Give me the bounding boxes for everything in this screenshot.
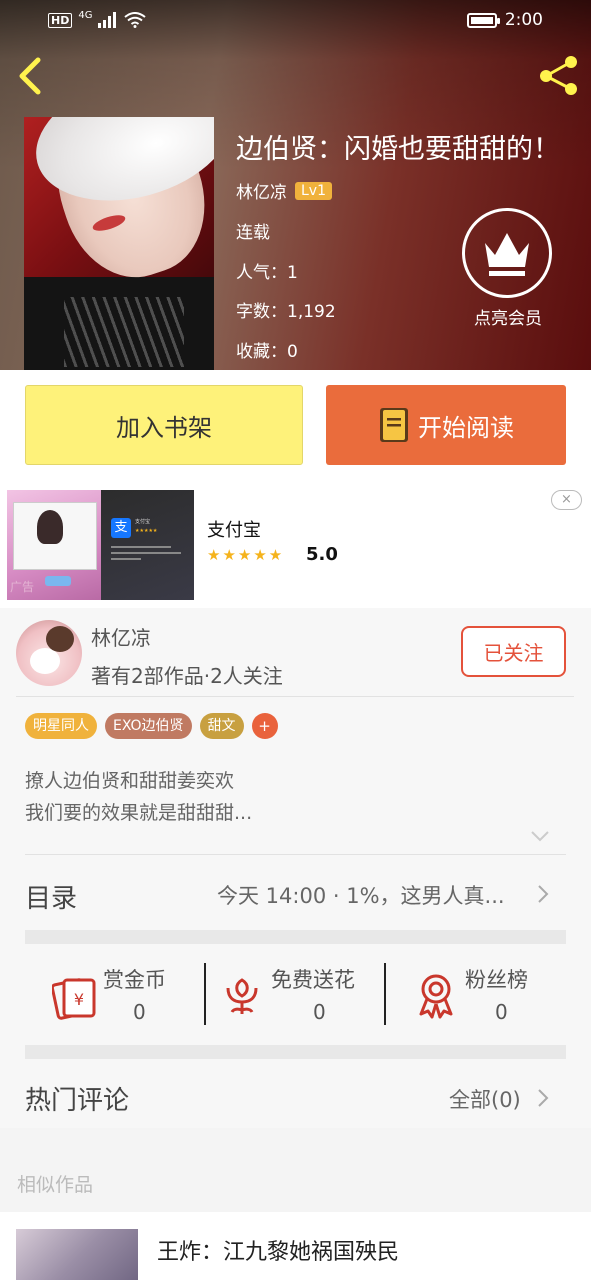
ad-close-button[interactable]: ×	[551, 490, 582, 510]
toc-latest-chapter: 今天 14:00 · 1%，这男人真...	[217, 884, 505, 908]
follow-button[interactable]: 已关注	[461, 626, 566, 677]
details-section: 林亿凉 著有2部作品·2人关注 已关注 明星同人 EXO边伯贤 甜文 + 撩人边…	[0, 608, 591, 1128]
ad-image-2: 支 支付宝 ★★★★★	[101, 490, 194, 600]
fan-ranking-label: 粉丝榜	[465, 968, 528, 992]
author-stats: 著有2部作品·2人关注	[91, 664, 283, 688]
action-bar: 加入书架 开始阅读	[0, 370, 591, 482]
fan-ranking-value: 0	[495, 1000, 508, 1024]
coin-envelope-icon: ¥	[52, 978, 96, 1020]
book-author[interactable]: 林亿凉	[236, 178, 287, 203]
tag-item[interactable]: 明星同人	[25, 713, 97, 739]
divider	[25, 854, 566, 855]
tag-list: 明星同人 EXO边伯贤 甜文 +	[25, 713, 278, 739]
share-icon[interactable]	[536, 52, 582, 98]
expand-chevron-down-icon[interactable]	[530, 830, 550, 842]
similar-works-title: 相似作品	[17, 1174, 94, 1196]
book-author-row: 林亿凉 Lv1	[236, 178, 332, 203]
author-level-badge: Lv1	[295, 181, 332, 200]
signal-icon	[98, 12, 117, 28]
list-item[interactable]: 王炸：江九黎她祸国殃民	[0, 1212, 591, 1280]
chevron-right-icon	[538, 885, 549, 903]
divider	[204, 963, 206, 1025]
ad-app-name: 支付宝	[207, 520, 261, 541]
crown-icon	[462, 208, 552, 298]
toc-label: 目录	[25, 884, 78, 914]
wifi-icon	[124, 12, 147, 28]
book-status: 连载	[236, 223, 270, 243]
similar-book-cover	[16, 1229, 138, 1280]
book-title: 边伯贤：闪婚也要甜甜的！	[236, 134, 560, 165]
vip-button[interactable]: 点亮会员	[462, 208, 554, 329]
tag-item[interactable]: 甜文	[199, 713, 244, 739]
hot-comments-title: 热门评论	[25, 1086, 130, 1116]
medal-icon	[419, 974, 453, 1019]
network-type: 4G	[78, 9, 93, 21]
all-comments-label: 全部(0)	[449, 1088, 521, 1112]
author-avatar[interactable]	[16, 620, 82, 686]
hd-indicator: HD	[48, 12, 73, 28]
intro-line-2: 我们要的效果就是甜甜甜...	[25, 802, 253, 824]
book-icon	[380, 408, 408, 442]
svg-text:¥: ¥	[74, 990, 84, 1009]
free-flower-label: 免费送花	[271, 968, 355, 992]
flower-icon	[226, 978, 258, 1014]
reward-coins-label: 赏金币	[103, 968, 166, 992]
free-flower-value: 0	[313, 1000, 326, 1024]
alipay-logo-icon: 支	[111, 518, 131, 538]
ad-tag: 广告	[10, 580, 35, 594]
add-to-shelf-label: 加入书架	[116, 413, 212, 442]
start-reading-button[interactable]: 开始阅读	[326, 385, 566, 465]
book-cover[interactable]	[24, 117, 214, 370]
similar-book-title: 王炸：江九黎她祸国殃民	[157, 1240, 400, 1265]
tag-item[interactable]: EXO边伯贤	[105, 713, 192, 739]
status-bar: HD 4G 2:00	[0, 0, 591, 44]
intro-line-1: 撩人边伯贤和甜甜姜奕欢	[25, 770, 235, 792]
ad-rating-stars: ★★★★★	[207, 546, 285, 564]
start-reading-label: 开始阅读	[418, 413, 514, 442]
section-separator	[25, 1045, 566, 1059]
section-separator	[25, 930, 566, 944]
reward-coins-value: 0	[133, 1000, 146, 1024]
author-name[interactable]: 林亿凉	[91, 622, 151, 651]
vip-label: 点亮会员	[474, 309, 542, 329]
ad-rating-value: 5.0	[306, 544, 338, 565]
book-word-count: 字数：1,192	[236, 302, 336, 322]
add-tag-button[interactable]: +	[251, 713, 278, 739]
divider	[16, 696, 574, 697]
divider	[384, 963, 386, 1025]
ad-thumb-stars: ★★★★★	[135, 528, 158, 534]
ad-banner[interactable]: 广告 支 支付宝 ★★★★★ 支付宝 ★★★★★ 5.0 ×	[0, 482, 591, 608]
book-favorites: 收藏：0	[236, 342, 298, 362]
back-arrow-icon[interactable]	[14, 56, 48, 96]
clock: 2:00	[504, 10, 543, 30]
ad-thumb-title: 支付宝	[135, 519, 151, 525]
add-to-shelf-button[interactable]: 加入书架	[25, 385, 303, 465]
follow-label: 已关注	[483, 641, 544, 665]
battery-icon	[466, 12, 500, 28]
chevron-right-icon	[538, 1089, 549, 1107]
book-header: HD 4G 2:00 边伯贤：闪婚也要甜甜的！ 林亿凉 Lv1 连载 人气：1 …	[0, 0, 591, 370]
book-popularity: 人气：1	[236, 263, 298, 283]
